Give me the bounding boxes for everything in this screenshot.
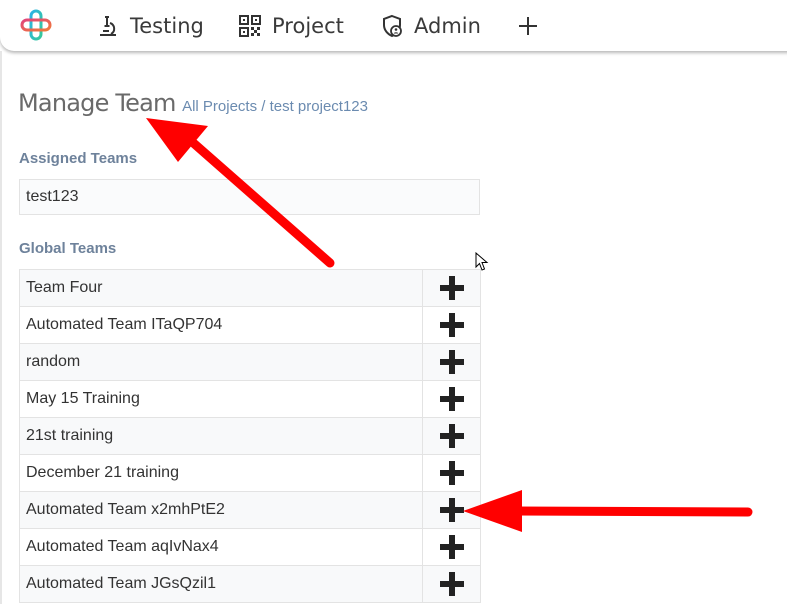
nav-project[interactable]: Project [238, 0, 344, 51]
assigned-teams-heading: Assigned Teams [19, 150, 138, 167]
annotation-arrow-row [463, 490, 753, 532]
global-teams-heading: Global Teams [19, 240, 117, 257]
team-name: Team Four [19, 269, 423, 307]
table-row: Automated Team aqIvNax4 [19, 528, 481, 566]
add-team-cell [422, 454, 481, 492]
table-row: random [19, 343, 481, 381]
team-name: Automated Team aqIvNax4 [19, 528, 423, 566]
nav-testing-label: Testing [130, 13, 204, 38]
add-team-cell [422, 417, 481, 455]
add-team-plus-icon[interactable] [439, 386, 465, 412]
add-team-cell [422, 380, 481, 418]
left-border [0, 51, 2, 604]
nav-project-label: Project [272, 13, 344, 38]
admin-shield-icon [383, 14, 402, 37]
global-teams-table: Team Four Automated Team ITaQP704 random… [19, 269, 481, 603]
add-team-plus-icon[interactable] [439, 534, 465, 560]
add-team-plus-icon[interactable] [439, 275, 465, 301]
add-team-cell [422, 343, 481, 381]
add-team-plus-icon[interactable] [439, 423, 465, 449]
microscope-icon [100, 15, 116, 36]
team-name: Automated Team x2mhPtE2 [19, 491, 423, 529]
team-name: Automated Team ITaQP704 [19, 306, 423, 344]
mouse-cursor-icon [475, 252, 489, 271]
table-row: December 21 training [19, 454, 481, 492]
nav-admin[interactable]: Admin [380, 0, 481, 51]
page-title: Manage Team [18, 89, 176, 117]
team-name: Automated Team JGsQzil1 [19, 565, 423, 603]
table-row: Automated Team x2mhPtE2 [19, 491, 481, 529]
add-team-cell [422, 565, 481, 603]
breadcrumb[interactable]: All Projects / test project123 [182, 98, 368, 115]
table-row: May 15 Training [19, 380, 481, 418]
add-team-cell [422, 528, 481, 566]
team-name: December 21 training [19, 454, 423, 492]
table-row: Team Four [19, 269, 481, 307]
add-team-plus-icon[interactable] [439, 312, 465, 338]
team-name: 21st training [19, 417, 423, 455]
page-header: Manage Team All Projects / test project1… [18, 89, 368, 117]
table-row: Automated Team ITaQP704 [19, 306, 481, 344]
add-team-plus-icon[interactable] [439, 497, 465, 523]
table-row: Automated Team JGsQzil1 [19, 565, 481, 603]
top-nav-bar: Testing Project Admin [0, 0, 787, 51]
qr-code-icon [239, 14, 261, 37]
app-logo-icon[interactable] [20, 9, 52, 41]
add-team-cell [422, 269, 481, 307]
plus-icon [519, 16, 537, 35]
nav-add-button[interactable] [516, 0, 540, 51]
assigned-team-item[interactable]: test123 [19, 179, 480, 215]
add-team-plus-icon[interactable] [439, 571, 465, 597]
add-team-plus-icon[interactable] [439, 460, 465, 486]
nav-testing[interactable]: Testing [96, 0, 204, 51]
add-team-cell [422, 306, 481, 344]
team-name: May 15 Training [19, 380, 423, 418]
add-team-plus-icon[interactable] [439, 349, 465, 375]
add-team-cell [422, 491, 481, 529]
nav-admin-label: Admin [414, 13, 481, 38]
team-name: random [19, 343, 423, 381]
table-row: 21st training [19, 417, 481, 455]
